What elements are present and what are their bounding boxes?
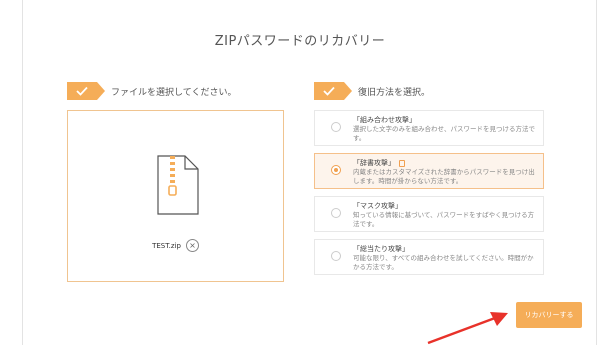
radio-button[interactable]	[331, 122, 341, 132]
frame-right-border	[596, 0, 597, 345]
radio-button[interactable]	[331, 208, 341, 218]
option-brute-force-attack[interactable]: 「総当たり攻撃」 可能な限り、すべての組み合わせを試してください。時間がかかる方…	[314, 239, 544, 275]
step-select-method-label: 復旧方法を選択。	[358, 87, 431, 98]
check-icon	[67, 82, 105, 100]
option-description: 内蔵またはカスタマイズされた辞書からパスワードを見つけ出します。時間が掛からない…	[353, 168, 535, 185]
option-mask-attack[interactable]: 「マスク攻撃」 知っている情報に基づいて、パスワードをすばやく見つける方法です。	[314, 196, 544, 232]
option-name: 「総当たり攻撃」	[353, 245, 409, 253]
option-name: 「組み合わせ攻撃」	[353, 116, 416, 124]
check-icon	[314, 82, 352, 100]
step-select-file-label: ファイルを選択してください。	[111, 87, 237, 98]
step-select-file: ファイルを選択してください。	[67, 81, 236, 101]
option-combination-attack[interactable]: 「組み合わせ攻撃」 選択した文字のみを組み合わせ、パスワードを見つける方法です。	[314, 110, 544, 146]
file-name: TEST.zip	[152, 241, 181, 250]
option-description: 選択した文字のみを組み合わせ、パスワードを見つける方法です。	[353, 125, 535, 142]
file-drop-area[interactable]: TEST.zip ×	[67, 110, 284, 282]
selected-file: TEST.zip ×	[68, 239, 283, 252]
option-description: 可能な限り、すべての組み合わせを試してください。時間がかかる方法です。	[353, 254, 534, 271]
option-dictionary-attack[interactable]: 「辞書攻撃」 内蔵またはカスタマイズされた辞書からパスワードを見つけ出します。時…	[314, 153, 544, 189]
radio-button[interactable]	[331, 251, 341, 261]
remove-file-icon[interactable]: ×	[185, 239, 199, 252]
frame-left-border	[22, 0, 23, 345]
page-title: ZIPパスワードのリカバリー	[214, 34, 386, 49]
step-select-method: 復旧方法を選択。	[314, 81, 430, 101]
zip-file-icon	[157, 155, 199, 215]
option-description: 知っている情報に基づいて、パスワードをすばやく見つける方法です。	[353, 211, 535, 228]
recover-button[interactable]: リカバリーする	[516, 302, 582, 328]
option-name: 「辞書攻撃」	[353, 158, 405, 168]
document-icon	[399, 159, 405, 167]
radio-button-selected[interactable]	[331, 165, 341, 175]
option-name: 「マスク攻撃」	[353, 202, 402, 210]
